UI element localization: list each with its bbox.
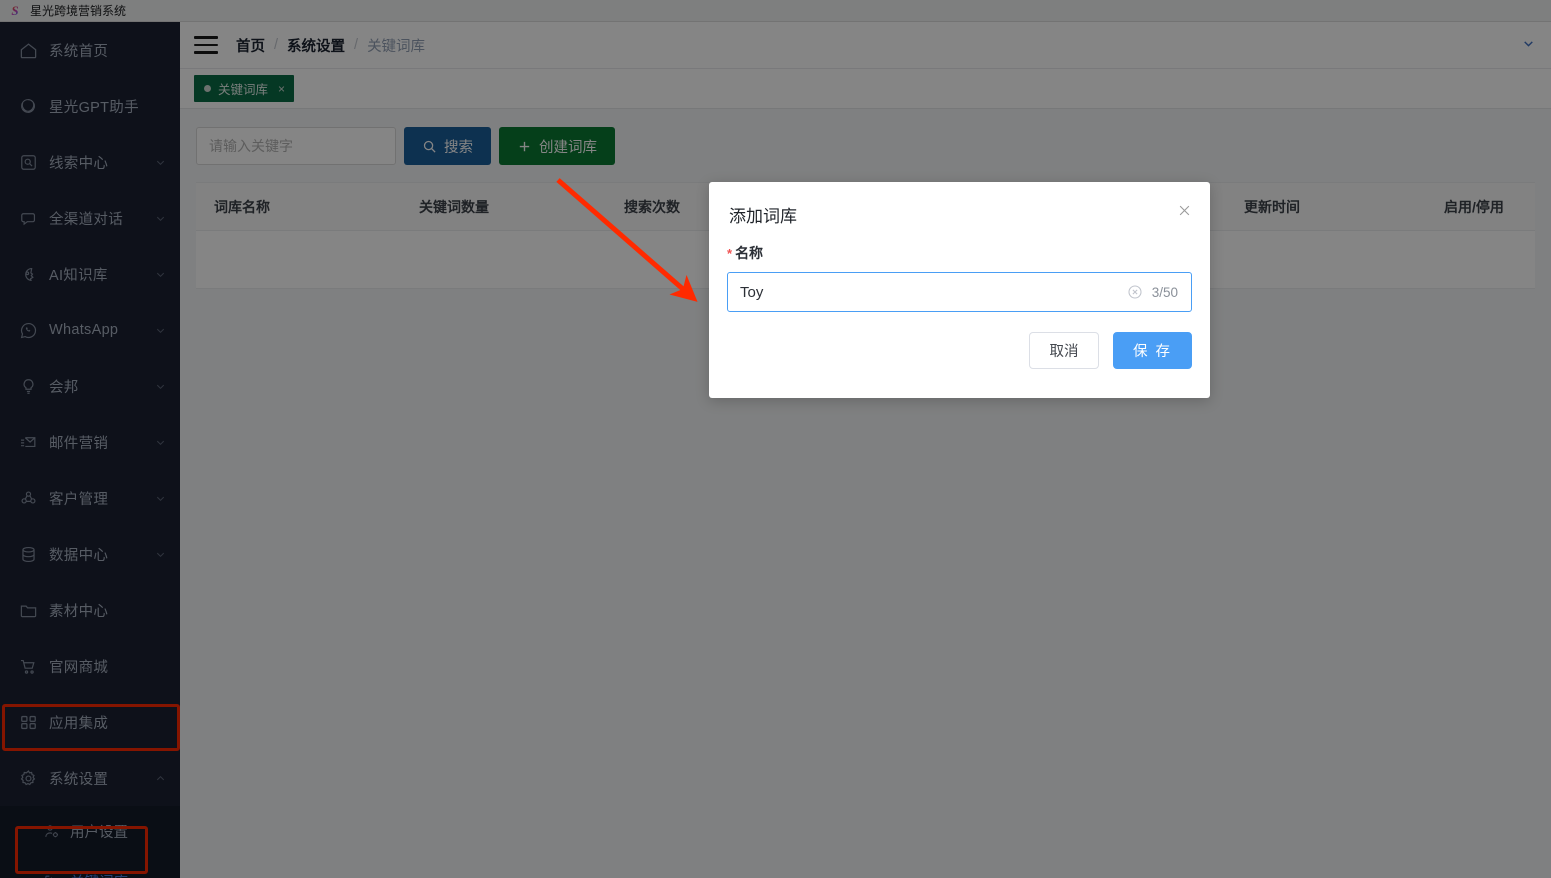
close-icon[interactable]	[1174, 200, 1194, 220]
character-counter: 3/50	[1151, 284, 1178, 300]
name-input[interactable]	[728, 273, 1127, 311]
cancel-button[interactable]: 取消	[1028, 332, 1099, 369]
dialog-footer: 取消 保 存	[709, 312, 1210, 369]
required-mark: *	[727, 246, 733, 261]
dialog-body: * 名称 3/50	[709, 227, 1210, 312]
name-label-text: 名称	[735, 245, 764, 261]
dialog-header: 添加词库	[709, 182, 1210, 227]
name-field-label: * 名称	[727, 243, 1192, 263]
modal-overlay[interactable]	[0, 0, 1551, 878]
dialog-title: 添加词库	[729, 207, 797, 226]
name-input-wrapper: 3/50	[727, 272, 1192, 312]
add-library-dialog: 添加词库 * 名称 3/50 取消 保 存	[709, 182, 1210, 398]
save-button[interactable]: 保 存	[1112, 332, 1192, 369]
circle-close-icon[interactable]	[1127, 284, 1143, 300]
